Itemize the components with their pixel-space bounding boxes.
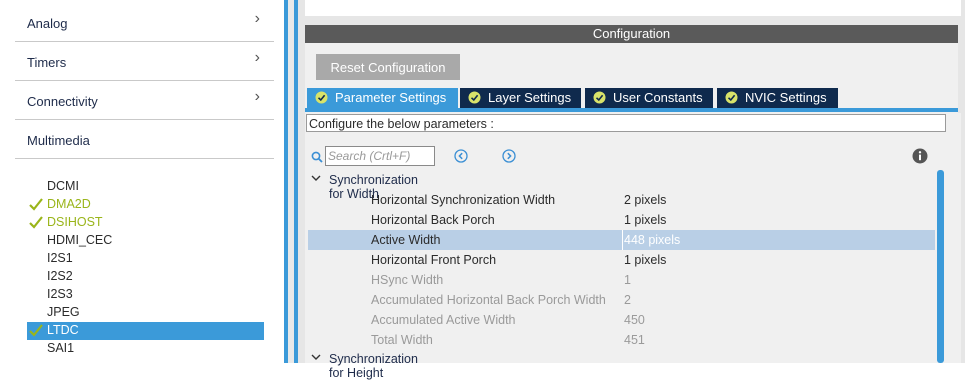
param-name: Horizontal Back Porch — [371, 213, 495, 227]
chevron-right-icon[interactable]: › — [255, 10, 260, 28]
list-item-label: DMA2D — [47, 197, 91, 211]
param-row-selected[interactable]: Active Width 448 pixels — [308, 230, 935, 250]
param-row[interactable]: HSync Width 1 — [308, 270, 935, 290]
list-item-label: SAI1 — [47, 341, 75, 355]
list-item-hdmi-cec[interactable]: HDMI_CEC — [27, 232, 264, 250]
category-connectivity[interactable]: Connectivity › — [15, 81, 274, 120]
category-label: Analog — [27, 16, 68, 31]
param-value: 1 pixels — [624, 213, 667, 227]
group-label: Synchronization for Height — [329, 352, 418, 380]
mode-area — [305, 0, 961, 16]
chevron-down-icon[interactable] — [310, 172, 322, 184]
list-item-label: I2S3 — [47, 287, 73, 301]
list-item-i2s1[interactable]: I2S1 — [27, 250, 264, 268]
category-label: Connectivity — [27, 94, 98, 109]
list-item-jpeg[interactable]: JPEG — [27, 304, 264, 322]
param-row[interactable]: Accumulated Horizontal Back Porch Width … — [308, 290, 935, 310]
chevron-down-icon[interactable] — [310, 351, 322, 363]
tab-label: User Constants — [613, 90, 703, 105]
list-item-label: HDMI_CEC — [47, 233, 113, 247]
param-name: HSync Width — [371, 273, 444, 287]
tab-parameter-settings[interactable]: Parameter Settings — [307, 88, 458, 108]
tab-label: NVIC Settings — [745, 90, 827, 105]
chevron-right-icon[interactable]: › — [255, 88, 260, 106]
tab-label: Layer Settings — [488, 90, 572, 105]
list-item-label: DCMI — [47, 179, 79, 193]
param-row[interactable]: Accumulated Active Width 450 — [308, 310, 935, 330]
check-circle-icon — [593, 91, 606, 104]
check-circle-icon — [725, 91, 738, 104]
configuration-panel: Configuration Reset Configuration Parame… — [298, 0, 965, 380]
search-icon[interactable] — [311, 151, 323, 163]
list-item-ltdc[interactable]: LTDC — [27, 322, 264, 340]
param-value: 2 — [624, 293, 631, 307]
next-icon[interactable] — [502, 149, 516, 163]
check-icon — [29, 324, 43, 337]
param-name: Total Width — [371, 333, 433, 347]
list-item-label: I2S2 — [47, 269, 73, 283]
chevron-right-icon[interactable]: › — [255, 49, 260, 67]
category-panel: Analog › Timers › Connectivity › Multime… — [0, 0, 284, 363]
param-value[interactable]: 448 pixels — [624, 233, 680, 247]
list-item-dma2d[interactable]: DMA2D — [27, 196, 264, 214]
param-value: 2 pixels — [624, 193, 667, 207]
list-item-dsihost[interactable]: DSIHOST — [27, 214, 264, 232]
list-item-label: I2S1 — [47, 251, 73, 265]
previous-icon[interactable] — [454, 149, 468, 163]
category-label: Timers — [27, 55, 67, 70]
vertical-scrollbar[interactable] — [937, 170, 944, 363]
param-row[interactable]: Horizontal Back Porch 1 pixels — [308, 210, 935, 230]
param-name: Horizontal Front Porch — [371, 253, 497, 267]
category-label: Multimedia — [27, 133, 90, 148]
check-icon — [29, 216, 43, 229]
param-row[interactable]: Total Width 451 — [308, 330, 935, 350]
category-timers[interactable]: Timers › — [15, 42, 274, 81]
tab-nvic-settings[interactable]: NVIC Settings — [717, 88, 838, 108]
list-item-sai1[interactable]: SAI1 — [27, 340, 264, 358]
check-circle-icon — [315, 91, 328, 104]
param-name: Active Width — [371, 233, 441, 247]
param-value: 450 — [624, 313, 645, 327]
param-value: 1 — [624, 273, 631, 287]
list-item-label: LTDC — [47, 323, 79, 337]
tab-underline — [305, 108, 958, 112]
list-item-label: JPEG — [47, 305, 80, 319]
param-value: 451 — [624, 333, 645, 347]
instruction-text: Configure the below parameters : — [306, 114, 946, 132]
check-icon — [29, 198, 43, 211]
check-circle-icon — [468, 91, 481, 104]
param-value: 1 pixels — [624, 253, 667, 267]
search-input[interactable] — [325, 146, 435, 166]
reset-configuration-button[interactable]: Reset Configuration — [316, 54, 460, 80]
param-name: Accumulated Active Width — [371, 313, 516, 327]
cell-divider — [622, 230, 623, 250]
tab-user-constants[interactable]: User Constants — [585, 88, 713, 108]
list-item-i2s3[interactable]: I2S3 — [27, 286, 264, 304]
info-icon[interactable] — [912, 148, 928, 164]
category-multimedia[interactable]: Multimedia — [15, 120, 274, 159]
list-item-i2s2[interactable]: I2S2 — [27, 268, 264, 286]
scrollbar-track[interactable] — [948, 113, 961, 363]
category-analog[interactable]: Analog › — [15, 3, 274, 42]
param-row[interactable]: Horizontal Synchronization Width 2 pixel… — [308, 190, 935, 210]
param-name: Horizontal Synchronization Width — [371, 193, 556, 207]
param-row[interactable]: Horizontal Front Porch 1 pixels — [308, 250, 935, 270]
tab-label: Parameter Settings — [335, 90, 447, 105]
param-name: Accumulated Horizontal Back Porch Width — [371, 293, 606, 307]
configuration-header: Configuration — [305, 25, 958, 43]
list-item-label: DSIHOST — [47, 215, 103, 229]
list-item-dcmi[interactable]: DCMI — [27, 178, 264, 196]
tab-layer-settings[interactable]: Layer Settings — [460, 88, 581, 108]
